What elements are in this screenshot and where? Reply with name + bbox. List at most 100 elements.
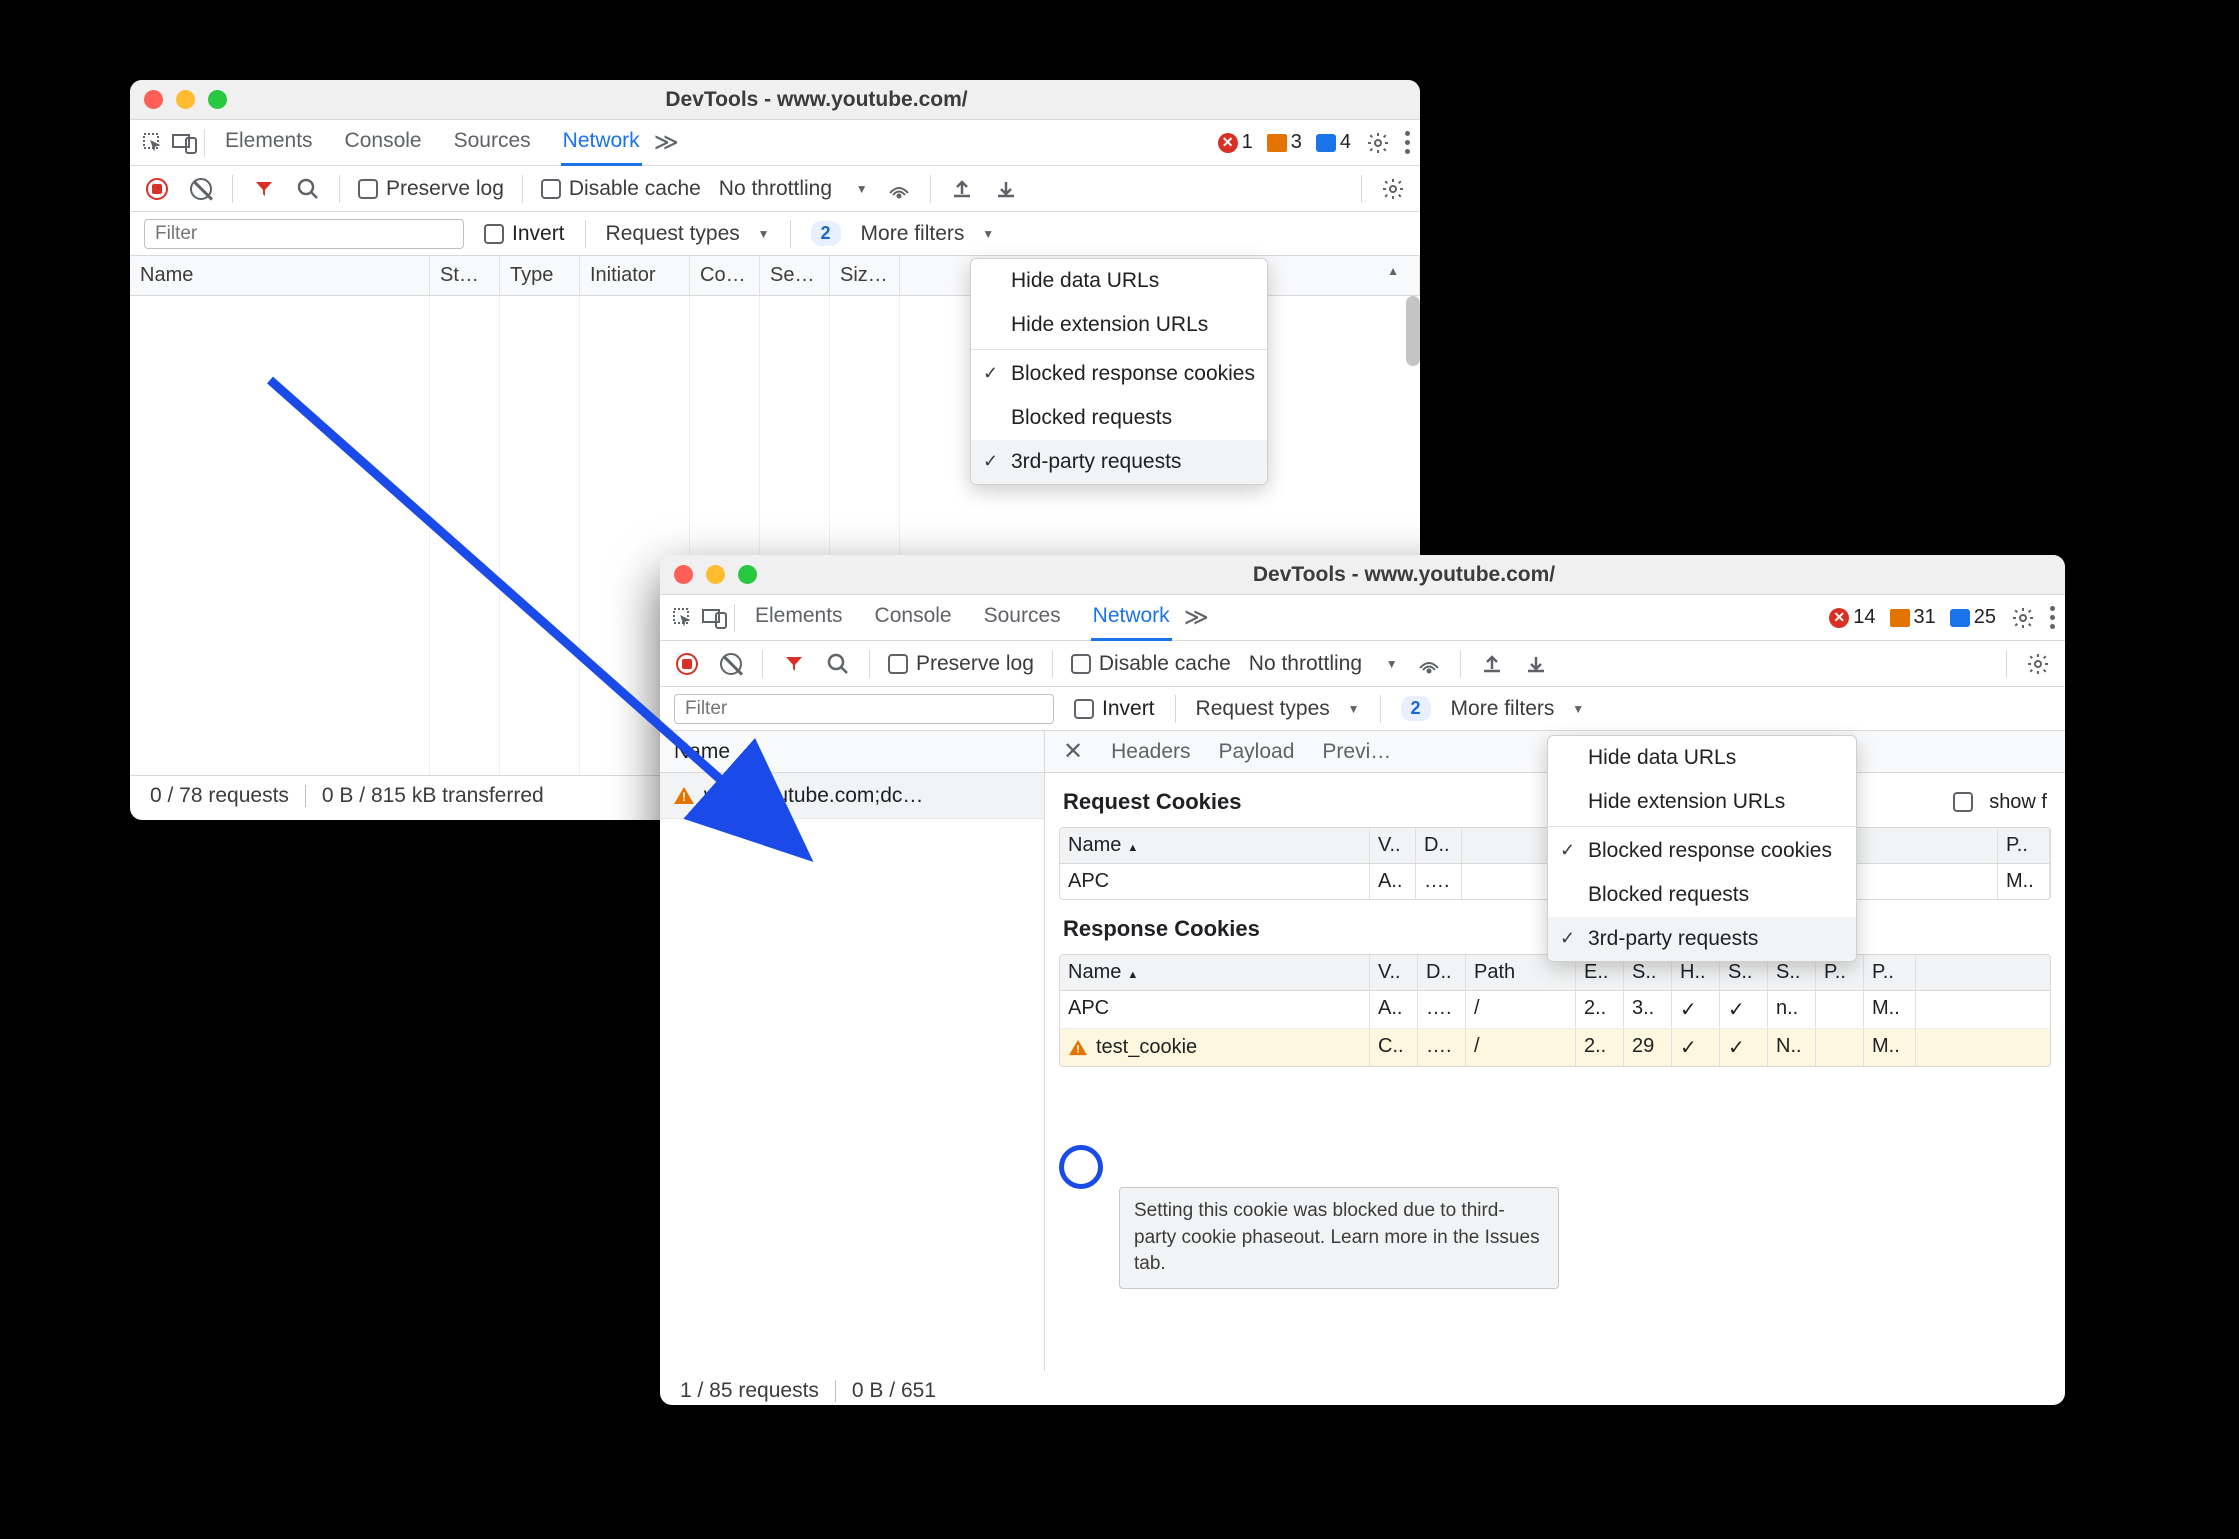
column-initiator[interactable]: Initiator [580,256,690,295]
settings-gear-icon[interactable] [2010,605,2036,631]
sources-tab[interactable]: Sources [452,119,533,166]
disable-cache-checkbox[interactable]: Disable cache [541,177,701,201]
preserve-log-checkbox[interactable]: Preserve log [888,652,1034,676]
column-status[interactable]: St… [430,256,500,295]
upload-har-icon[interactable] [949,176,975,202]
menu-hide-extension-urls[interactable]: Hide extension URLs [971,303,1267,347]
network-toolbar: Preserve log Disable cache No throttling… [130,166,1420,212]
minimize-window-button[interactable] [176,90,195,109]
upload-har-icon[interactable] [1479,651,1505,677]
col-v[interactable]: V.. [1370,828,1416,863]
elements-tab[interactable]: Elements [753,594,845,641]
maximize-window-button[interactable] [208,90,227,109]
col-v[interactable]: V.. [1370,955,1418,990]
warning-counter[interactable]: 31 [1890,606,1936,629]
sources-tab[interactable]: Sources [982,594,1063,641]
more-options-button[interactable] [1405,131,1410,154]
throttling-dropdown[interactable]: No throttling ▼ [1249,652,1398,676]
column-co[interactable]: Co… [690,256,760,295]
inspect-icon[interactable] [140,130,166,156]
menu-blocked-requests[interactable]: Blocked requests [1548,873,1856,917]
menu-blocked-requests[interactable]: Blocked requests [971,396,1267,440]
filter-toggle-icon[interactable] [781,651,807,677]
col-p[interactable]: P.. [1998,828,2050,863]
more-tabs-button[interactable]: ≫ [648,128,685,157]
separator [204,129,205,157]
record-button[interactable] [674,651,700,677]
info-counter[interactable]: 25 [1950,606,1996,629]
scrollbar[interactable] [1406,296,1420,366]
invert-checkbox[interactable]: Invert [484,222,565,246]
minimize-window-button[interactable] [706,565,725,584]
detail-tab-preview[interactable]: Previ… [1322,740,1391,764]
titlebar[interactable]: DevTools - www.youtube.com/ [130,80,1420,120]
cookie-row-blocked[interactable]: test_cookie C.. …. / 2.. 29 ✓ ✓ N.. M.. [1060,1029,2050,1066]
menu-blocked-response-cookies[interactable]: ✓Blocked response cookies [1548,829,1856,873]
column-name[interactable]: Name [130,256,430,295]
titlebar[interactable]: DevTools - www.youtube.com/ [660,555,2065,595]
request-row[interactable]: www.youtube.com;dc… [660,773,1044,819]
warning-counter[interactable]: 3 [1267,131,1302,154]
preserve-log-checkbox[interactable]: Preserve log [358,177,504,201]
elements-tab[interactable]: Elements [223,119,315,166]
menu-3rd-party-requests[interactable]: ✓3rd-party requests [971,440,1267,484]
close-detail-icon[interactable]: ✕ [1063,737,1083,766]
network-tab[interactable]: Network [561,119,642,166]
close-window-button[interactable] [144,90,163,109]
more-tabs-button[interactable]: ≫ [1178,603,1215,632]
filter-toggle-icon[interactable] [251,176,277,202]
device-toolbar-icon[interactable] [702,605,728,631]
detail-tab-headers[interactable]: Headers [1111,740,1190,764]
more-filters-dropdown[interactable]: More filters ▼ [861,222,995,246]
clear-button[interactable] [718,651,744,677]
request-types-dropdown[interactable]: Request types ▼ [606,222,770,246]
record-button[interactable] [144,176,170,202]
network-conditions-icon[interactable] [1416,651,1442,677]
column-se[interactable]: Se… [760,256,830,295]
maximize-window-button[interactable] [738,565,757,584]
column-size[interactable]: Siz… [830,256,900,295]
console-tab[interactable]: Console [873,594,954,641]
more-options-button[interactable] [2050,606,2055,629]
search-icon[interactable] [825,651,851,677]
show-filtered-checkbox[interactable]: show f [1953,791,2047,814]
invert-checkbox[interactable]: Invert [1074,697,1155,721]
menu-hide-data-urls[interactable]: Hide data URLs [971,259,1267,303]
menu-3rd-party-requests[interactable]: ✓3rd-party requests [1548,917,1856,961]
col-name[interactable]: Name▲ [1060,955,1370,990]
info-counter[interactable]: 4 [1316,131,1351,154]
clear-button[interactable] [188,176,214,202]
detail-tab-payload[interactable]: Payload [1219,740,1295,764]
download-har-icon[interactable] [1523,651,1549,677]
filter-count-badge: 2 [811,221,841,246]
download-har-icon[interactable] [993,176,1019,202]
col-name[interactable]: Name▲ [1060,828,1370,863]
more-filters-dropdown[interactable]: More filters ▼ [1451,697,1585,721]
error-counter[interactable]: ✕1 [1218,131,1253,154]
column-type[interactable]: Type [500,256,580,295]
col-p3[interactable]: P.. [1864,955,1916,990]
request-types-dropdown[interactable]: Request types ▼ [1196,697,1360,721]
filter-input[interactable] [674,694,1054,724]
settings-gear-icon[interactable] [1365,130,1391,156]
network-tab[interactable]: Network [1091,594,1172,641]
disable-cache-checkbox[interactable]: Disable cache [1071,652,1231,676]
network-settings-icon[interactable] [1380,176,1406,202]
device-toolbar-icon[interactable] [172,130,198,156]
search-icon[interactable] [295,176,321,202]
col-d[interactable]: D.. [1416,828,1462,863]
network-conditions-icon[interactable] [886,176,912,202]
throttling-dropdown[interactable]: No throttling ▼ [719,177,868,201]
error-counter[interactable]: ✕14 [1829,606,1875,629]
sidebar-header-name[interactable]: Name [660,731,1044,773]
network-settings-icon[interactable] [2025,651,2051,677]
close-window-button[interactable] [674,565,693,584]
filter-input[interactable] [144,219,464,249]
menu-hide-data-urls[interactable]: Hide data URLs [1548,736,1856,780]
menu-hide-extension-urls[interactable]: Hide extension URLs [1548,780,1856,824]
console-tab[interactable]: Console [343,119,424,166]
col-d[interactable]: D.. [1418,955,1466,990]
menu-blocked-response-cookies[interactable]: ✓Blocked response cookies [971,352,1267,396]
inspect-icon[interactable] [670,605,696,631]
cookie-row[interactable]: APC A.. …. / 2.. 3.. ✓ ✓ n.. M.. [1060,991,2050,1029]
